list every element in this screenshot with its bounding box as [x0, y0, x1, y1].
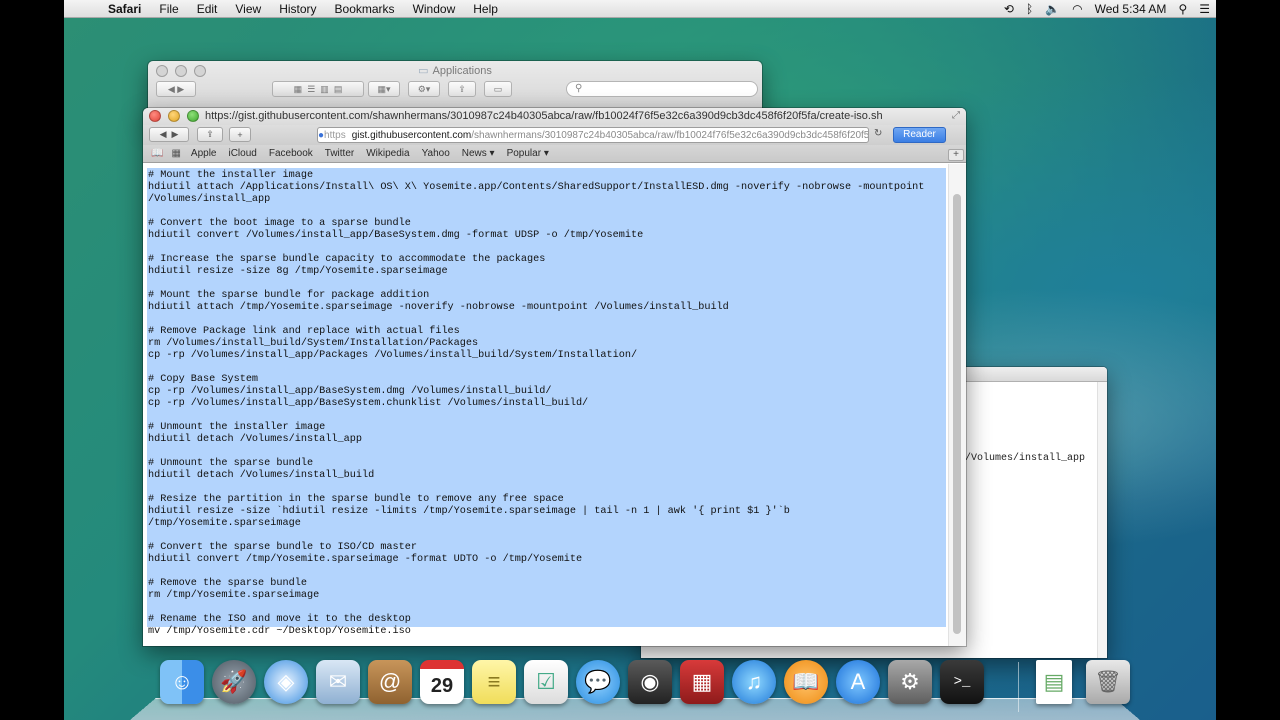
back-forward-button[interactable]: ◀ ▶: [149, 127, 189, 142]
page-scrollbar-thumb[interactable]: [953, 194, 961, 634]
new-tab-button[interactable]: +: [948, 149, 964, 161]
zoom-icon[interactable]: [187, 110, 199, 122]
finder-icon[interactable]: ☺: [160, 660, 204, 704]
arrange-button[interactable]: ▦▾: [368, 81, 400, 97]
ibooks-icon[interactable]: 📖: [784, 660, 828, 704]
letterbox-right: [1216, 0, 1280, 720]
list-view-icon[interactable]: ☰: [307, 84, 315, 95]
safari-titlebar[interactable]: https://gist.githubusercontent.com/shawn…: [143, 108, 966, 125]
volume-icon[interactable]: 🔈: [1039, 2, 1066, 16]
bookmark-icloud[interactable]: iCloud: [222, 148, 262, 159]
reload-icon[interactable]: ↻: [874, 128, 882, 139]
time-machine-icon[interactable]: ⟲: [998, 2, 1020, 16]
safari-toolbar: ◀ ▶ ⇪ + ● https gist.githubusercontent.c…: [143, 125, 966, 145]
close-icon[interactable]: [149, 110, 161, 122]
menu-window[interactable]: Window: [404, 0, 465, 18]
add-bookmark-button[interactable]: +: [229, 127, 251, 142]
share-button[interactable]: ⇪: [448, 81, 476, 97]
address-path: /shawnhermans/3010987c24b40305abca/raw/f…: [471, 129, 869, 141]
action-button[interactable]: ⚙▾: [408, 81, 440, 97]
menu-file[interactable]: File: [150, 0, 187, 18]
background-window-scrollbar[interactable]: [1097, 382, 1107, 658]
forward-icon[interactable]: ▶: [172, 129, 179, 140]
finder-back-forward-button[interactable]: ◀ ▶: [156, 81, 196, 97]
address-scheme: https: [324, 129, 346, 141]
dock: ☺ 🚀 ◈ ✉ @ 29 ≡ ☑ 💬 ◉ ▦ ♫ 📖 A ⚙ >_ ▤ 🗑: [130, 652, 1140, 720]
photo-booth-icon[interactable]: ▦: [680, 660, 724, 704]
icon-view-icon[interactable]: ▦: [294, 84, 303, 95]
system-preferences-icon[interactable]: ⚙: [888, 660, 932, 704]
reader-button[interactable]: Reader: [893, 127, 946, 143]
menu-extras: ⟲ ᛒ 🔈 ◠ Wed 5:34 AM ⚲ ☰: [998, 0, 1216, 18]
menu-help[interactable]: Help: [464, 0, 507, 18]
top-sites-icon[interactable]: ▦: [167, 148, 184, 159]
bookmarks-bar: 📖 ▦ Apple iCloud Facebook Twitter Wikipe…: [143, 145, 966, 163]
back-icon[interactable]: ◀: [160, 129, 167, 140]
safari-window-title: https://gist.githubusercontent.com/shawn…: [205, 110, 883, 122]
spotlight-icon[interactable]: ⚲: [1172, 2, 1193, 16]
bookmark-twitter[interactable]: Twitter: [319, 148, 360, 159]
desktop: Safari File Edit View History Bookmarks …: [64, 0, 1216, 720]
letterbox-left: [0, 0, 64, 720]
facetime-icon[interactable]: ◉: [628, 660, 672, 704]
document-icon[interactable]: ▤: [1036, 660, 1072, 704]
mail-icon[interactable]: ✉: [316, 660, 360, 704]
folder-icon: ▭: [418, 65, 429, 77]
page-scrollbar[interactable]: [948, 164, 966, 646]
menu-view[interactable]: View: [226, 0, 270, 18]
notes-icon[interactable]: ≡: [472, 660, 516, 704]
finder-search-input[interactable]: ⚲: [566, 81, 758, 97]
safari-icon[interactable]: ◈: [264, 660, 308, 704]
bluetooth-icon[interactable]: ᛒ: [1020, 2, 1039, 16]
calendar-day: 29: [430, 675, 454, 697]
page-content[interactable]: # Mount the installer image hdiutil atta…: [143, 164, 948, 646]
fullscreen-icon[interactable]: ⤢: [952, 110, 960, 121]
calendar-icon[interactable]: 29: [420, 660, 464, 704]
bookmark-wikipedia[interactable]: Wikipedia: [360, 148, 415, 159]
itunes-icon[interactable]: ♫: [732, 660, 776, 704]
finder-title: ▭ Applications: [418, 65, 492, 77]
bookmark-popular[interactable]: Popular ▾: [501, 148, 555, 159]
minimize-icon[interactable]: [168, 110, 180, 122]
terminal-icon[interactable]: >_: [940, 660, 984, 704]
reminders-icon[interactable]: ☑: [524, 660, 568, 704]
bookmark-yahoo[interactable]: Yahoo: [416, 148, 456, 159]
launchpad-icon[interactable]: 🚀: [212, 660, 256, 704]
bookmark-facebook[interactable]: Facebook: [263, 148, 319, 159]
search-icon: ⚲: [575, 83, 583, 94]
tags-button[interactable]: ▭: [484, 81, 512, 97]
menu-bookmarks[interactable]: Bookmarks: [326, 0, 404, 18]
messages-icon[interactable]: 💬: [576, 660, 620, 704]
app-store-icon[interactable]: A: [836, 660, 880, 704]
menu-app-safari[interactable]: Safari: [108, 0, 150, 18]
wifi-icon[interactable]: ◠: [1066, 2, 1088, 16]
background-window-text: /Volumes/install_app: [965, 453, 1086, 464]
cover-flow-icon[interactable]: ▤: [334, 84, 343, 95]
safari-window-controls: [149, 110, 199, 122]
reading-list-icon[interactable]: 📖: [143, 148, 167, 159]
bookmark-news[interactable]: News ▾: [456, 148, 501, 159]
notification-center-icon[interactable]: ☰: [1193, 2, 1216, 16]
menu-bar: Safari File Edit View History Bookmarks …: [64, 0, 1216, 18]
safari-window: https://gist.githubusercontent.com/shawn…: [143, 108, 966, 646]
script-code-text[interactable]: # Mount the installer image hdiutil atta…: [148, 170, 924, 638]
menu-clock[interactable]: Wed 5:34 AM: [1089, 2, 1173, 16]
finder-view-buttons[interactable]: ▦ ☰ ▥ ▤: [272, 81, 364, 97]
bookmark-apple[interactable]: Apple: [185, 148, 223, 159]
address-host: gist.githubusercontent.com: [351, 129, 472, 141]
address-bar[interactable]: ● https gist.githubusercontent.com /shaw…: [317, 127, 869, 143]
menu-history[interactable]: History: [270, 0, 325, 18]
share-button[interactable]: ⇪: [197, 127, 223, 142]
menu-edit[interactable]: Edit: [188, 0, 227, 18]
contacts-icon[interactable]: @: [368, 660, 412, 704]
trash-icon[interactable]: 🗑: [1086, 660, 1130, 704]
column-view-icon[interactable]: ▥: [320, 84, 329, 95]
dock-separator: [1018, 662, 1019, 712]
